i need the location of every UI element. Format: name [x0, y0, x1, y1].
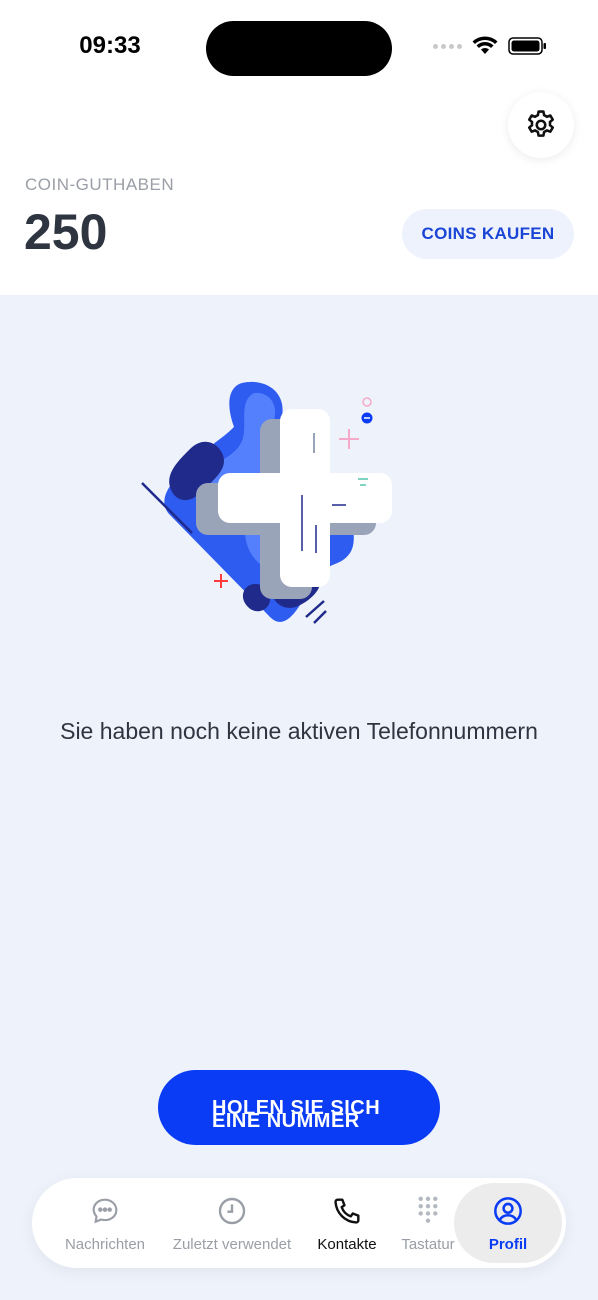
buy-coins-button[interactable]: COINS KAUFEN [402, 209, 574, 259]
profile-icon [491, 1194, 525, 1228]
status-time: 09:33 [79, 32, 141, 59]
dynamic-island [206, 21, 392, 76]
phone-icon [330, 1194, 364, 1228]
cellular-signal-icon [433, 43, 462, 49]
status-bar: 09:33 [0, 0, 598, 95]
tab-label: Tastatur [401, 1235, 455, 1253]
tab-profil[interactable]: Profil [462, 1178, 554, 1268]
tab-kontakte[interactable]: Kontakte [308, 1178, 386, 1268]
status-icons [433, 36, 548, 56]
tab-nachrichten[interactable]: Nachrichten [54, 1178, 156, 1268]
settings-button[interactable] [508, 92, 574, 158]
keypad-icon [411, 1194, 445, 1228]
phone-number-illustration [141, 381, 392, 624]
tab-tastatur[interactable]: Tastatur [394, 1178, 462, 1268]
tab-zuletzt-verwendet[interactable]: Zuletzt verwendet [164, 1178, 300, 1268]
coin-balance-label: COIN-GUTHABEN [25, 175, 175, 194]
empty-state-message: Sie haben noch keine aktiven Telefonnumm… [60, 718, 538, 744]
chat-bubble-icon [88, 1194, 122, 1228]
get-number-button-line2: EINE NUMMER [212, 1110, 360, 1132]
wifi-icon [472, 36, 498, 54]
tab-label: Profil [488, 1235, 528, 1253]
gear-icon [527, 110, 555, 137]
tab-bar: Nachrichten Zuletzt verwendet Kontakte T… [32, 1178, 566, 1268]
get-number-button[interactable]: HOLEN SIE SICH [158, 1070, 440, 1145]
tab-label: Zuletzt verwendet [172, 1235, 292, 1253]
tab-label: Nachrichten [64, 1235, 146, 1253]
battery-icon [508, 37, 546, 55]
tab-label: Kontakte [317, 1235, 377, 1253]
clock-icon [215, 1194, 249, 1228]
coin-balance-value: 250 [24, 204, 108, 260]
